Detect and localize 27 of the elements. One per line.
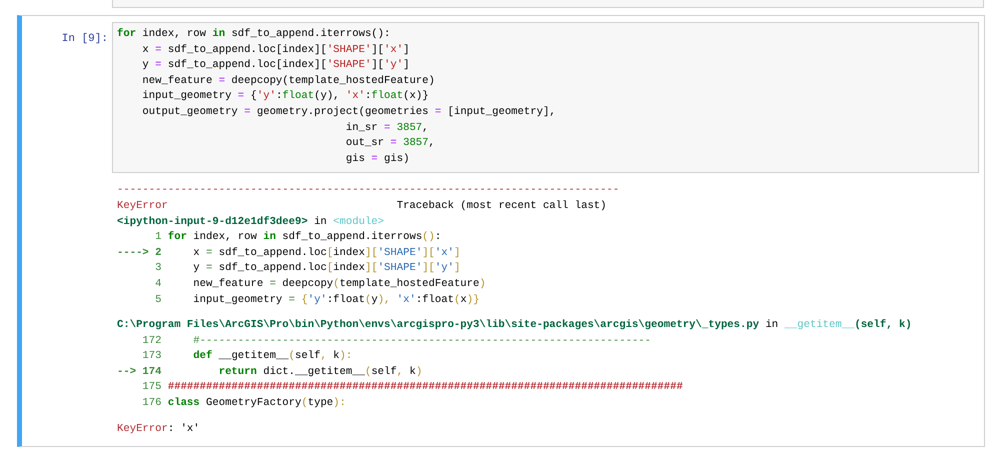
- code-line: 173 def __getitem__(self, k):: [141, 349, 354, 364]
- code-line: out_sr = 3857,: [344, 136, 436, 152]
- code-line: x = sdf_to_append.loc[index]['SHAPE']['x']: [141, 42, 410, 58]
- code-line: <ipython-input-9-d12e1df3dee9> in <module>: [117, 214, 386, 230]
- code-line: KeyError Traceback (most recent call last): [117, 198, 608, 214]
- code-line: 176 class GeometryFactory(type):: [141, 396, 347, 412]
- code-line: ----> 2 x = sdf_to_append.loc[index]['SHAPE']['x']: [117, 246, 462, 261]
- input-prompt: In [9]:: [60, 32, 109, 47]
- code-line: 175 #################################################################################: [141, 380, 684, 396]
- code-line: KeyError: 'x': [117, 422, 201, 437]
- code-editor[interactable]: [112, 22, 979, 174]
- code-line: 3 y = sdf_to_append.loc[index]['SHAPE']['y']: [154, 261, 462, 276]
- code-line: 1 for index, row in sdf_to_append.iterrows():: [154, 230, 442, 246]
- code-line: input_geometry = {'y':float(y), 'x':float(x)}: [141, 89, 430, 104]
- code-line: for index, row in sdf_to_append.iterrows():: [117, 27, 392, 42]
- code-line: in_sr = 3857,: [344, 120, 430, 136]
- code-line: 4 new_feature = deepcopy(template_hostedFeature): [154, 276, 487, 292]
- code-line: y = sdf_to_append.loc[index]['SHAPE']['y']: [141, 58, 410, 74]
- code-line: C:\Program Files\ArcGIS\Pro\bin\Python\envs\arcgispro-py3\lib\site-packages\arcgis\geometry\_types.py in __getitem__(self, k): [117, 318, 913, 334]
- notebook-cell[interactable]: [17, 15, 985, 447]
- code-line: -------------------------------------------------------------------------------: [117, 183, 620, 198]
- code-line: --> 174 return dict.__getitem__(self, k): [117, 364, 424, 380]
- code-line: 172 #-----------------------------------------------------------------------: [141, 334, 652, 349]
- code-line: output_geometry = geometry.project(geometries = [input_geometry],: [141, 104, 557, 120]
- code-line: gis = gis): [344, 152, 410, 167]
- code-line: 5 input_geometry = {'y':float(y), 'x':float(x)}: [154, 292, 480, 308]
- code-line: new_feature = deepcopy(template_hostedFeature): [141, 74, 436, 89]
